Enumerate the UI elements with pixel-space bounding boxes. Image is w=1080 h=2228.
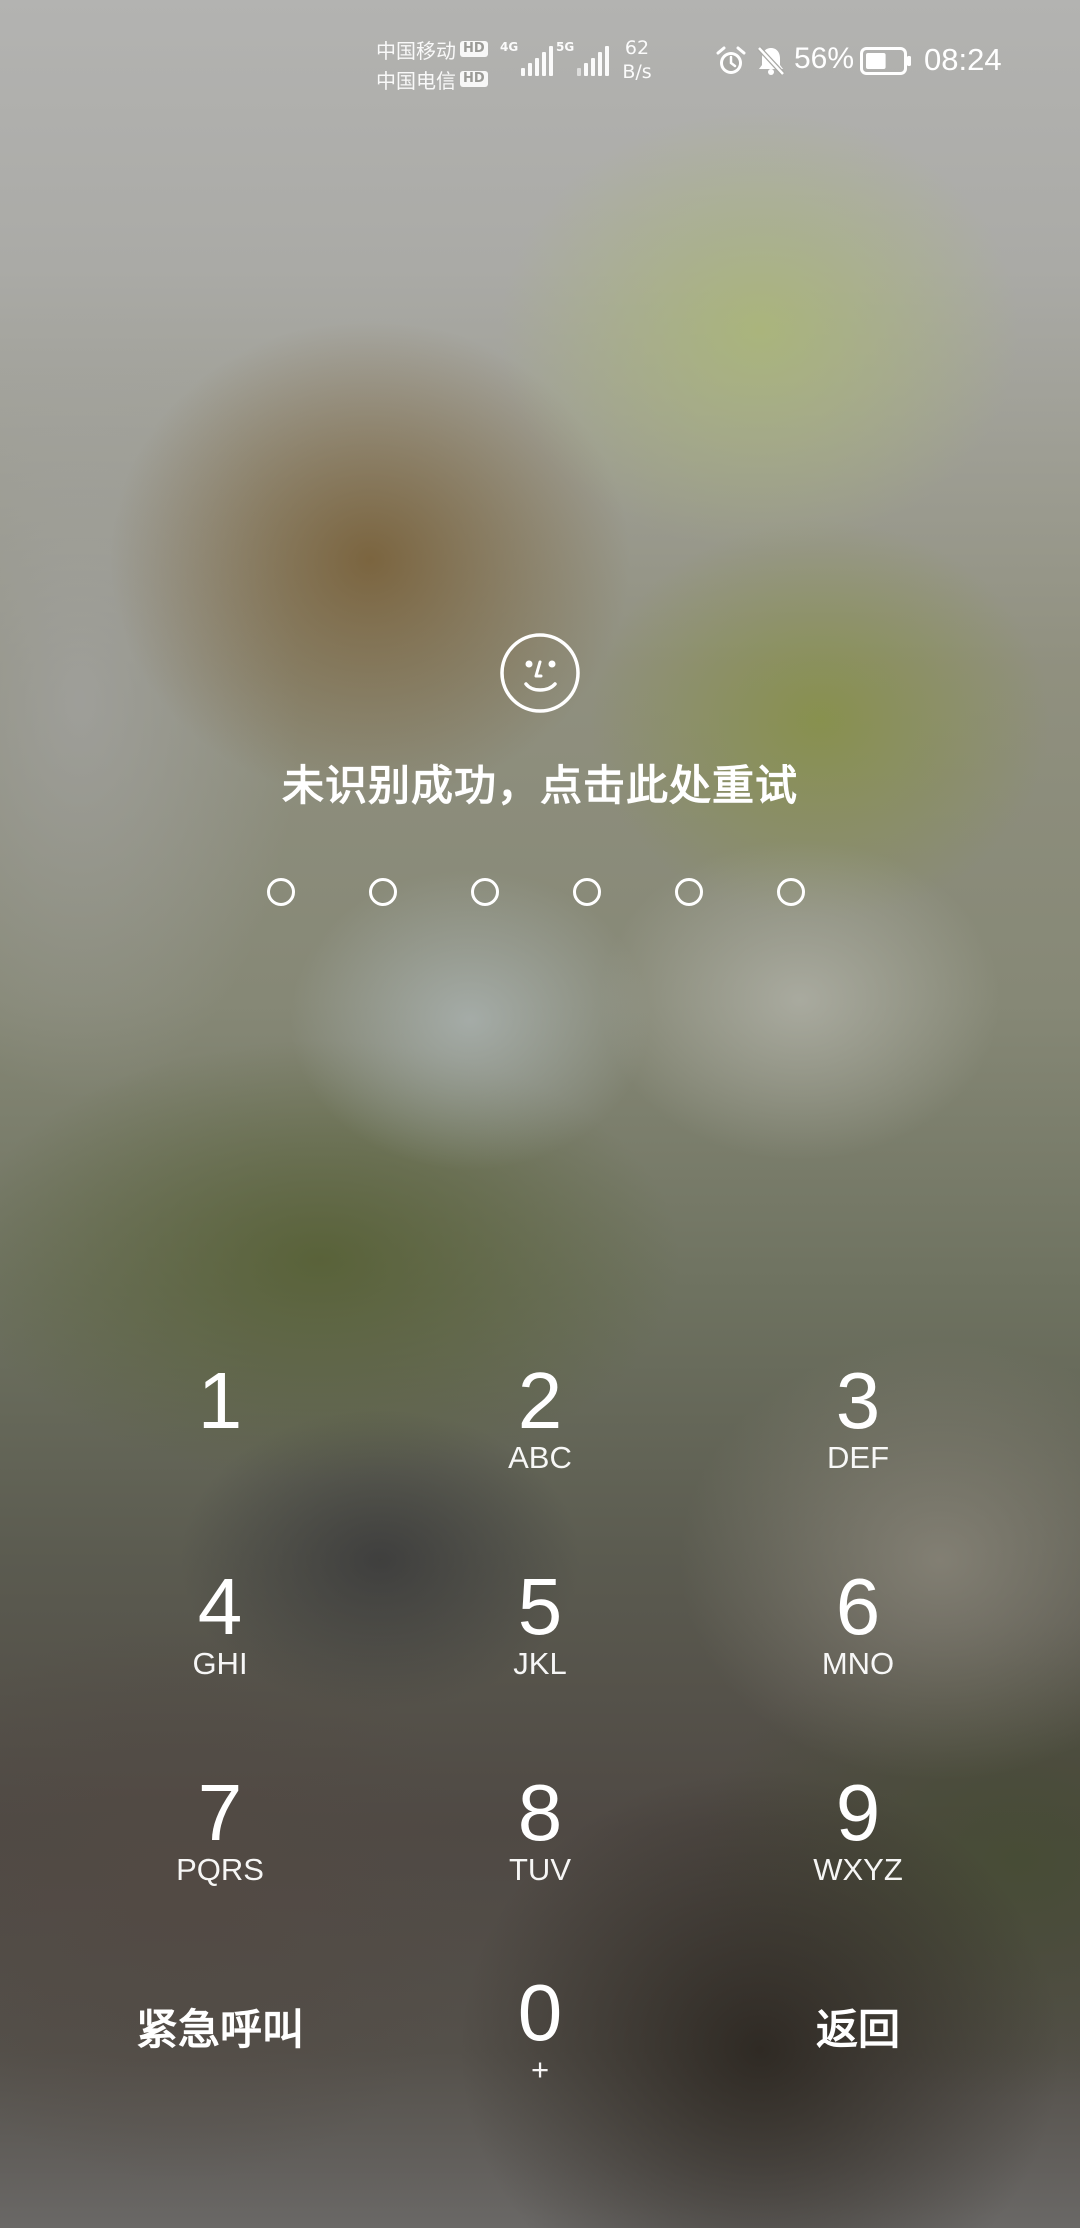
network-speed-value: 62 — [624, 37, 650, 59]
pin-dot — [267, 878, 295, 906]
key-digit: 8 — [517, 1768, 563, 1857]
key-letters: + — [530, 2052, 550, 2087]
signal-strength-1: 4G — [500, 40, 554, 76]
keypad-key-3[interactable]: 3 DEF — [738, 1360, 978, 1520]
signal-strength-2: 5G — [556, 40, 610, 76]
carrier-name-2: 中国电信 — [376, 68, 456, 93]
key-letters: JKL — [513, 1646, 567, 1681]
key-letters: PQRS — [176, 1852, 264, 1887]
battery-fill — [866, 53, 886, 69]
key-letters: DEF — [827, 1440, 889, 1475]
keypad-key-7[interactable]: 7 PQRS — [100, 1772, 340, 1932]
network-type-2: 5G — [556, 40, 575, 54]
alarm-icon — [716, 46, 746, 74]
key-letters: MNO — [821, 1646, 895, 1681]
emergency-call-button[interactable]: 紧急呼叫 — [100, 1996, 340, 2057]
key-digit: 4 — [197, 1562, 243, 1651]
mute-bell-icon — [757, 46, 785, 76]
status-time: 08:24 — [924, 42, 1002, 77]
hd-badge-2: HD — [460, 71, 488, 87]
carrier-info: 中国移动 HD 中国电信 HD — [376, 34, 496, 94]
lock-screen: 中国移动 HD 中国电信 HD 4G 5G 62 B/s 56% 08:24 未… — [0, 0, 1080, 2228]
key-digit: 9 — [835, 1768, 881, 1857]
back-button[interactable]: 返回 — [738, 1996, 978, 2057]
keypad-key-2[interactable]: 2 ABC — [420, 1360, 660, 1520]
pin-dot — [369, 878, 397, 906]
network-speed: 62 B/s — [612, 36, 662, 84]
key-digit: 2 — [517, 1356, 563, 1445]
pin-dot — [675, 878, 703, 906]
signal-bars-icon — [521, 46, 554, 76]
hd-badge-1: HD — [460, 41, 488, 57]
key-letters: TUV — [509, 1852, 571, 1887]
key-digit: 0 — [517, 1968, 563, 2057]
keypad-key-8[interactable]: 8 TUV — [420, 1772, 660, 1932]
key-letters: ABC — [508, 1440, 572, 1475]
pin-dot — [573, 878, 601, 906]
status-bar: 中国移动 HD 中国电信 HD 4G 5G 62 B/s 56% 08:24 — [0, 0, 1080, 120]
key-digit: 5 — [517, 1562, 563, 1651]
key-digit: 1 — [197, 1356, 243, 1445]
keypad-key-0[interactable]: 0 + — [420, 1972, 660, 2132]
network-type-1: 4G — [500, 40, 519, 54]
key-digit: 3 — [835, 1356, 881, 1445]
key-digit: 7 — [197, 1768, 243, 1857]
carrier-line-2: 中国电信 HD — [376, 64, 496, 94]
keypad-key-4[interactable]: 4 GHI — [100, 1566, 340, 1726]
keypad-key-6[interactable]: 6 MNO — [738, 1566, 978, 1726]
pin-indicator — [267, 878, 813, 914]
retry-prompt[interactable]: 未识别成功，点击此处重试 — [0, 752, 1080, 813]
key-digit: 6 — [835, 1562, 881, 1651]
battery-icon — [860, 47, 911, 75]
pin-dot — [777, 878, 805, 906]
network-speed-unit: B/s — [622, 61, 652, 83]
pin-dot — [471, 878, 499, 906]
keypad-key-5[interactable]: 5 JKL — [420, 1566, 660, 1726]
key-letters: GHI — [192, 1646, 248, 1681]
key-letters: WXYZ — [813, 1852, 903, 1887]
battery-percent: 56% — [794, 42, 855, 75]
carrier-name-1: 中国移动 — [376, 38, 456, 63]
keypad-key-9[interactable]: 9 WXYZ — [738, 1772, 978, 1932]
carrier-line-1: 中国移动 HD — [376, 34, 496, 64]
keypad-key-1[interactable]: 1 — [100, 1360, 340, 1520]
signal-bars-icon — [577, 46, 610, 76]
face-unlock-icon — [500, 633, 580, 713]
